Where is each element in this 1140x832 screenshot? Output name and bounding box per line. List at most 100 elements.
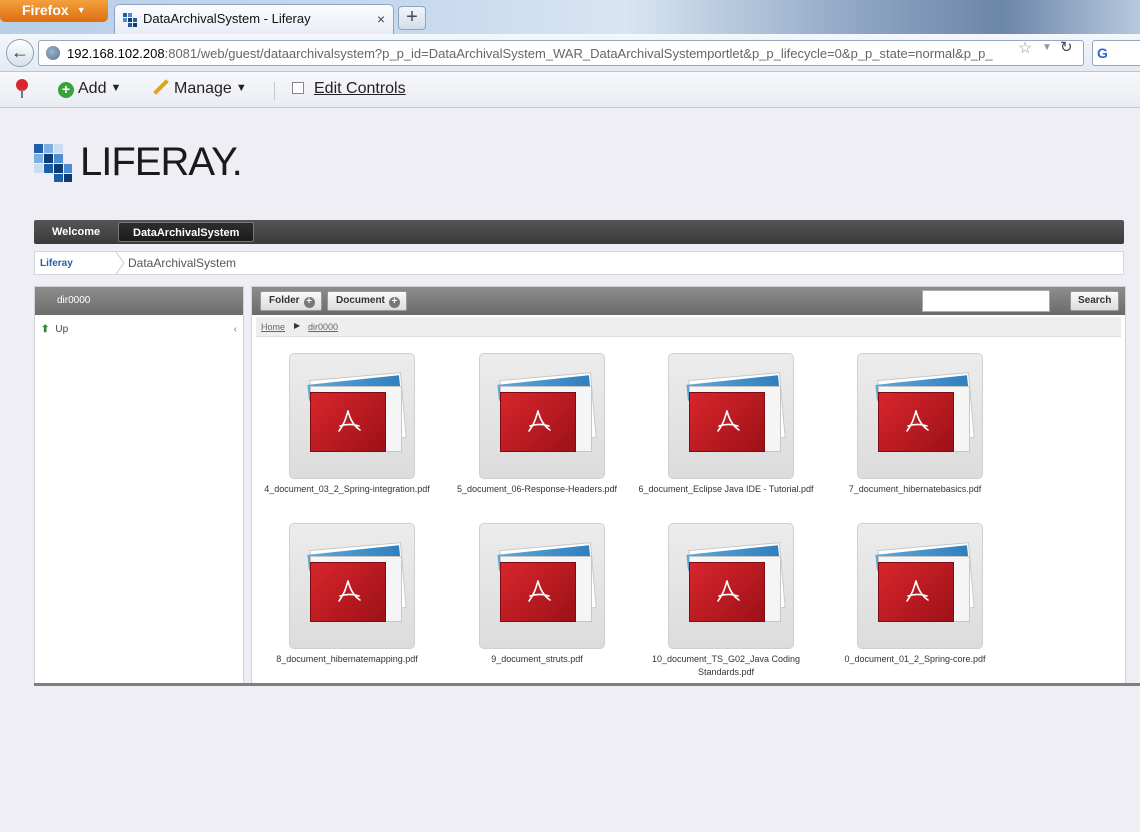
- tab-title: DataArchivalSystem - Liferay: [143, 11, 311, 26]
- portlet-bottom-border: [34, 683, 1140, 686]
- up-arrow-icon: ⬆: [41, 324, 50, 335]
- document-thumbnail[interactable]: [479, 523, 605, 649]
- new-tab-button[interactable]: +: [398, 6, 426, 30]
- google-icon: G: [1097, 45, 1108, 61]
- acrobat-glyph-icon: [906, 580, 929, 602]
- browser-nav-bar: ← 192.168.102.208:8081/web/guest/dataarc…: [0, 34, 1140, 72]
- liferay-dockbar: + Add ▼ Manage ▼ Edit Controls: [0, 72, 1140, 108]
- document-name[interactable]: 0_document_01_2_Spring-core.pdf: [820, 653, 1010, 666]
- manage-label: Manage: [174, 80, 232, 97]
- document-thumbnail[interactable]: [479, 353, 605, 479]
- acrobat-glyph-icon: [906, 410, 929, 432]
- search-input[interactable]: [922, 290, 1050, 312]
- nav-item-dataarchivalsystem[interactable]: DataArchivalSystem: [118, 222, 255, 242]
- document-item[interactable]: 5_document_06-Response-Headers.pdf: [442, 339, 632, 499]
- collapse-icon[interactable]: ‹: [234, 324, 237, 335]
- document-name[interactable]: 6_document_Eclipse Java IDE - Tutorial.p…: [631, 483, 821, 496]
- url-path: :8081/web/guest/dataarchivalsystem?p_p_i…: [164, 46, 993, 61]
- add-folder-button[interactable]: Folder +: [260, 291, 322, 311]
- back-arrow-icon[interactable]: ←: [6, 39, 34, 67]
- current-folder-header: dir0000: [35, 287, 243, 315]
- path-home-link[interactable]: Home: [261, 322, 285, 332]
- add-icon: +: [58, 82, 74, 98]
- pdf-icon: [689, 562, 765, 622]
- folder-up-link[interactable]: ⬆ Up: [41, 324, 68, 335]
- document-thumbnail[interactable]: [857, 353, 983, 479]
- url-history-dropdown-icon[interactable]: ▼: [1042, 42, 1052, 53]
- pdf-icon: [310, 392, 386, 452]
- acrobat-glyph-icon: [717, 580, 740, 602]
- pdf-icon: [878, 392, 954, 452]
- document-name[interactable]: 9_document_struts.pdf: [442, 653, 632, 666]
- document-thumbnail[interactable]: [857, 523, 983, 649]
- document-item[interactable]: 4_document_03_2_Spring-integration.pdf: [252, 339, 442, 499]
- add-menu-button[interactable]: + Add ▼: [58, 80, 121, 98]
- dockbar-divider: [274, 82, 275, 100]
- document-name[interactable]: 8_document_hibernatemapping.pdf: [252, 653, 442, 666]
- browser-tab-bar: Firefox ▼ DataArchivalSystem - Liferay × …: [0, 0, 1140, 34]
- folder-tree-panel: dir0000 ⬆ Up ‹: [34, 286, 244, 684]
- document-name[interactable]: 5_document_06-Response-Headers.pdf: [442, 483, 632, 496]
- globe-icon: [46, 46, 60, 60]
- acrobat-glyph-icon: [717, 410, 740, 432]
- acrobat-glyph-icon: [338, 580, 361, 602]
- browser-tab[interactable]: DataArchivalSystem - Liferay ×: [114, 4, 394, 34]
- site-navigation: Welcome DataArchivalSystem: [34, 220, 1124, 244]
- path-arrow-icon: ▶: [294, 321, 301, 330]
- plus-icon: +: [388, 297, 400, 308]
- document-name[interactable]: 7_document_hibernatebasics.pdf: [820, 483, 1010, 496]
- firefox-menu-label: Firefox: [22, 2, 69, 18]
- bookmark-star-icon[interactable]: ☆: [1018, 38, 1032, 58]
- acrobat-glyph-icon: [338, 410, 361, 432]
- add-document-button[interactable]: Document +: [327, 291, 407, 311]
- pdf-icon: [310, 562, 386, 622]
- document-thumbnail[interactable]: [289, 523, 415, 649]
- acrobat-glyph-icon: [528, 580, 551, 602]
- search-engine-box[interactable]: G: [1092, 40, 1140, 66]
- chevron-down-icon: ▼: [110, 82, 122, 94]
- chevron-down-icon: ▼: [235, 82, 247, 94]
- manage-menu-button[interactable]: Manage ▼: [152, 79, 247, 98]
- document-item[interactable]: 7_document_hibernatebasics.pdf: [820, 339, 1010, 499]
- acrobat-glyph-icon: [528, 410, 551, 432]
- document-name[interactable]: 10_document_TS_G02_Java Coding Standards…: [631, 653, 821, 679]
- reload-icon[interactable]: ↻: [1060, 38, 1073, 56]
- edit-controls-checkbox[interactable]: [292, 82, 304, 94]
- add-label: Add: [78, 80, 107, 97]
- add-folder-label: Folder: [269, 295, 300, 306]
- document-item[interactable]: 0_document_01_2_Spring-core.pdf: [820, 509, 1010, 669]
- liferay-favicon-icon: [123, 13, 137, 27]
- pin-icon[interactable]: [14, 79, 30, 99]
- breadcrumb: Liferay DataArchivalSystem: [34, 251, 1124, 275]
- pdf-icon: [878, 562, 954, 622]
- document-name[interactable]: 4_document_03_2_Spring-integration.pdf: [252, 483, 442, 496]
- breadcrumb-current: DataArchivalSystem: [128, 256, 237, 270]
- pdf-icon: [500, 562, 576, 622]
- url-host: 192.168.102.208: [67, 46, 165, 61]
- path-dir-link[interactable]: dir0000: [308, 322, 338, 332]
- document-item[interactable]: 10_document_TS_G02_Java Coding Standards…: [631, 509, 821, 677]
- pdf-icon: [689, 392, 765, 452]
- nav-item-welcome[interactable]: Welcome: [38, 222, 114, 242]
- edit-controls-toggle[interactable]: Edit Controls: [292, 80, 406, 98]
- breadcrumb-root-link[interactable]: Liferay: [40, 258, 73, 269]
- chevron-down-icon: ▼: [76, 5, 86, 15]
- document-thumbnail[interactable]: [668, 523, 794, 649]
- firefox-menu-button[interactable]: Firefox ▼: [0, 0, 108, 22]
- document-thumbnail[interactable]: [668, 353, 794, 479]
- folder-path-bar: Home ▶ dir0000: [256, 317, 1121, 337]
- document-item[interactable]: 8_document_hibernatemapping.pdf: [252, 509, 442, 669]
- pdf-icon: [500, 392, 576, 452]
- add-document-label: Document: [336, 295, 385, 306]
- document-thumbnail[interactable]: [289, 353, 415, 479]
- edit-controls-label: Edit Controls: [314, 80, 406, 97]
- close-tab-icon[interactable]: ×: [377, 11, 385, 27]
- document-item[interactable]: 9_document_struts.pdf: [442, 509, 632, 669]
- search-button[interactable]: Search: [1070, 291, 1120, 311]
- address-bar[interactable]: 192.168.102.208:8081/web/guest/dataarchi…: [38, 40, 1084, 66]
- document-item[interactable]: 6_document_Eclipse Java IDE - Tutorial.p…: [631, 339, 821, 499]
- pencil-icon: [153, 79, 169, 95]
- logo-text: LIFERAY.: [80, 140, 243, 184]
- document-library-panel: Folder + Document + Search Home ▶ dir0000 …: [251, 286, 1126, 684]
- document-toolbar: Folder + Document + Search: [252, 287, 1125, 315]
